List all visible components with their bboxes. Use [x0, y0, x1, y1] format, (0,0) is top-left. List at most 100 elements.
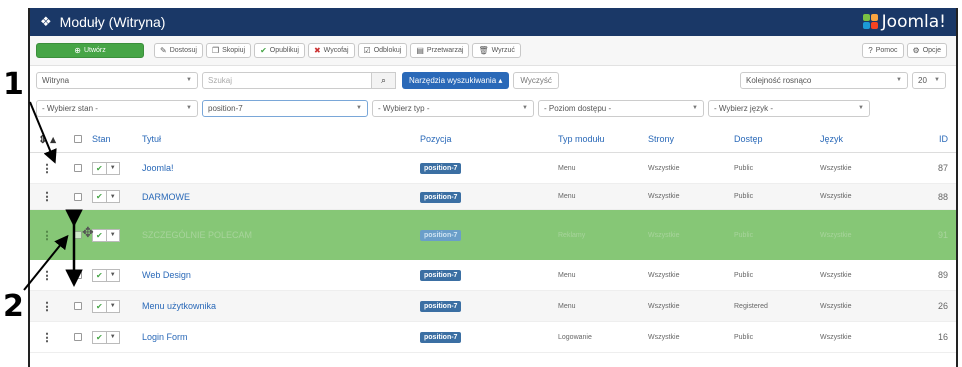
trash-icon: 🗑: [478, 46, 489, 55]
state-control: ✔ ▼: [92, 161, 142, 175]
state-column-header[interactable]: Stan: [92, 134, 142, 144]
position-column-header[interactable]: Pozycja: [420, 134, 558, 144]
id-cell: 91: [937, 230, 948, 240]
row-checkbox[interactable]: [74, 192, 82, 201]
copy-button[interactable]: ❐ Skopiuj: [205, 43, 252, 58]
publish-button-label: Opublikuj: [269, 47, 299, 54]
search-input[interactable]: Szukaj: [202, 71, 372, 89]
batch-button[interactable]: ▤ Przetwarzaj: [410, 43, 470, 58]
module-title-link[interactable]: DARMOWE: [142, 192, 420, 202]
access-column-header[interactable]: Dostęp: [734, 134, 820, 144]
type-filter-select[interactable]: - Wybierz typ - ▼: [372, 99, 534, 117]
position-badge: position-7: [420, 230, 462, 241]
client-select[interactable]: Witryna ▼: [36, 71, 198, 89]
module-title-link[interactable]: Menu użytkownika: [142, 301, 420, 311]
help-button[interactable]: ? Pomoc: [862, 43, 904, 58]
state-control: ✔ ▼: [92, 228, 142, 242]
row-checkbox[interactable]: [74, 271, 82, 279]
access-cell: Public: [734, 164, 754, 172]
trash-button[interactable]: 🗑 Wyrzuć: [472, 43, 521, 58]
published-toggle[interactable]: ✔: [92, 299, 107, 313]
row-checkbox[interactable]: [74, 164, 82, 172]
drag-handle[interactable]: ⋮: [30, 331, 64, 344]
search-tools-button[interactable]: Narzędzia wyszukiwania ▴: [402, 71, 510, 89]
options-button[interactable]: ⚙ Opcje: [906, 43, 947, 58]
table-row: ⋮ ✔ ▼ DARMOWE position-7 Menu Wszystkie P…: [30, 184, 956, 210]
limit-select-value: 20: [918, 75, 927, 85]
unpublish-button[interactable]: ✖ Wycofaj: [307, 43, 355, 58]
table-header: ⇕ ▴ Stan Tytuł Pozycja Typ modułu Strony…: [30, 126, 956, 153]
row-checkbox[interactable]: [74, 231, 82, 239]
state-dropdown[interactable]: ▼: [106, 268, 120, 282]
published-toggle[interactable]: ✔: [92, 268, 107, 282]
search-button[interactable]: ⌕: [372, 71, 396, 89]
plus-icon: ⊕: [74, 46, 81, 55]
ordering-sort-header[interactable]: ⇕ ▴: [30, 133, 64, 146]
new-button-label: Utwórz: [83, 47, 106, 54]
type-column-header[interactable]: Typ modułu: [558, 134, 648, 144]
new-button[interactable]: ⊕ Utwórz: [36, 43, 144, 58]
drag-handle[interactable]: ⋮: [30, 300, 64, 313]
ordering-select[interactable]: Kolejność rosnąco ▼: [740, 71, 908, 89]
drag-handle[interactable]: ⋮: [30, 162, 64, 175]
publish-button[interactable]: ✔ Opublikuj: [254, 43, 305, 58]
state-control: ✔ ▼: [92, 268, 142, 282]
state-filter-select[interactable]: - Wybierz stan - ▼: [36, 99, 198, 117]
module-title-link[interactable]: Joomla!: [142, 163, 420, 173]
id-cell: 88: [937, 191, 948, 202]
title-column-header[interactable]: Tytuł: [142, 134, 420, 144]
row-check-cell: [64, 302, 92, 310]
state-dropdown[interactable]: ▼: [106, 161, 120, 175]
position-filter-select[interactable]: position-7 ▼: [202, 99, 368, 117]
module-title-link[interactable]: SZCZEGÓLNIE POLECAM: [142, 230, 420, 240]
edit-button[interactable]: ✎ Dostosuj: [154, 43, 203, 58]
trash-button-label: Wyrzuć: [491, 47, 515, 54]
published-toggle[interactable]: ✔: [92, 190, 107, 203]
position-badge: position-7: [420, 163, 462, 174]
access-filter-select[interactable]: - Poziom dostępu - ▼: [538, 99, 704, 117]
checkin-button[interactable]: ☑ Odblokuj: [357, 43, 408, 58]
row-check-cell: [64, 164, 92, 172]
pages-column-header[interactable]: Strony: [648, 134, 734, 144]
chevron-down-icon: ▼: [522, 105, 528, 111]
chevron-down-icon: ▼: [186, 77, 192, 83]
check-all-checkbox[interactable]: [74, 135, 82, 143]
unpublish-icon: ✖: [313, 46, 321, 55]
language-cell: Wszystkie: [820, 333, 852, 341]
options-button-label: Opcje: [922, 47, 941, 54]
state-dropdown[interactable]: ▼: [106, 190, 120, 203]
module-manager-window: ❖ Moduły (Witryna) Joomla! ⊕ Utwórz ✎ Dost…: [28, 8, 958, 367]
drag-handle[interactable]: ⋮: [30, 229, 64, 242]
app-header: ❖ Moduły (Witryna) Joomla!: [30, 8, 956, 36]
row-checkbox[interactable]: [74, 333, 82, 341]
module-title-link[interactable]: Web Design: [142, 270, 420, 280]
id-column-header[interactable]: ID: [918, 134, 948, 144]
drag-handle[interactable]: ⋮: [30, 269, 64, 282]
row-check-cell: [64, 192, 92, 201]
row-check-cell: [64, 271, 92, 279]
toolbar: ⊕ Utwórz ✎ Dostosuj ❐ Skopiuj ✔ Opublikuj ✖ W…: [30, 36, 956, 66]
module-type-cell: Menu: [558, 271, 576, 279]
language-column-header[interactable]: Język: [820, 134, 918, 144]
published-toggle[interactable]: ✔: [92, 330, 107, 344]
table-row-dragging[interactable]: ⋮ ✔ ▼ SZCZEGÓLNIE POLECAM position-7 Rekl…: [30, 210, 956, 260]
drag-handle[interactable]: ⋮: [30, 190, 64, 203]
limit-select[interactable]: 20 ▼: [912, 71, 946, 89]
type-filter-value: - Wybierz typ -: [378, 103, 430, 113]
module-title-link[interactable]: Login Form: [142, 332, 420, 342]
language-filter-select[interactable]: - Wybierz język - ▼: [708, 99, 870, 117]
state-dropdown[interactable]: ▼: [106, 330, 120, 344]
published-toggle[interactable]: ✔: [92, 228, 107, 242]
pages-cell: Wszystkie: [648, 302, 680, 310]
state-dropdown[interactable]: ▼: [106, 228, 120, 242]
check-all-cell: [64, 135, 92, 143]
row-checkbox[interactable]: [74, 302, 82, 310]
batch-icon: ▤: [416, 46, 424, 55]
position-cell: position-7: [420, 162, 558, 174]
ordering-select-value: Kolejność rosnąco: [746, 75, 812, 85]
state-dropdown[interactable]: ▼: [106, 299, 120, 313]
published-toggle[interactable]: ✔: [92, 161, 107, 175]
joomla-logo: Joomla!: [862, 12, 946, 32]
clear-button[interactable]: Wyczyść: [513, 71, 559, 89]
help-icon: ?: [868, 46, 873, 55]
